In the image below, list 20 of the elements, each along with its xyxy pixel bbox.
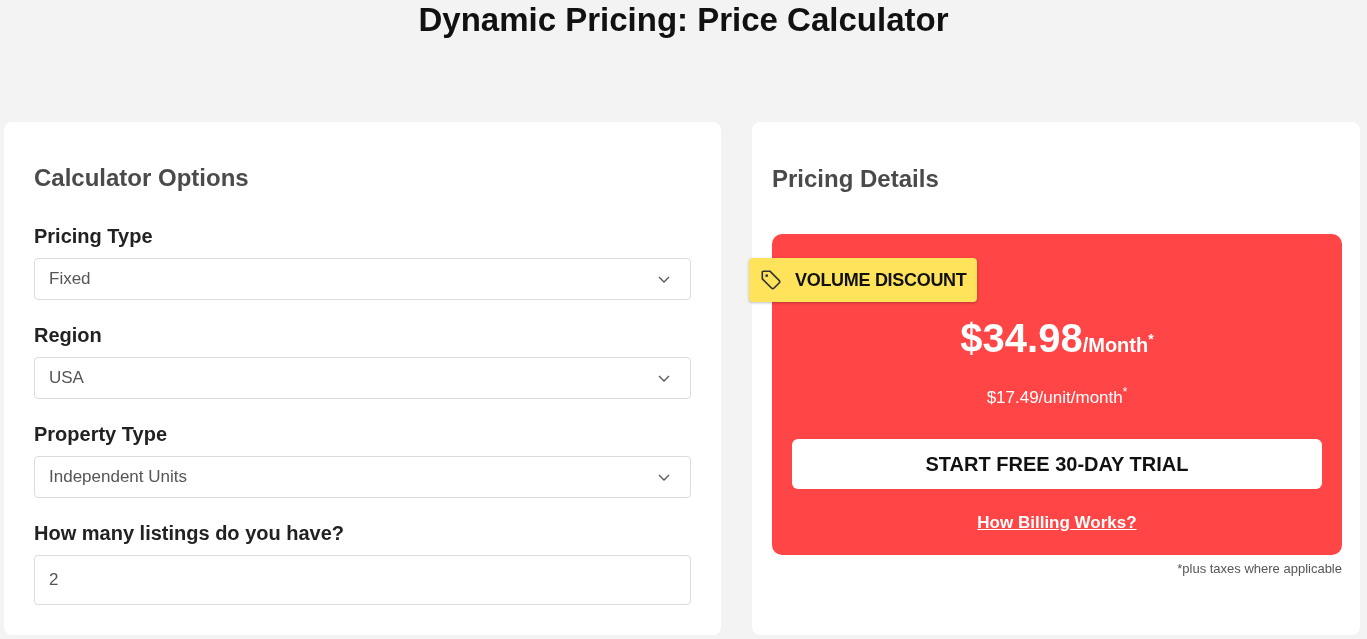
chevron-down-icon — [658, 275, 670, 283]
card-heading: Calculator Options — [34, 163, 250, 193]
unit-price: $17.49/unit/month$^{*}$ — [986, 386, 1128, 409]
dropdown-field[interactable]: Independent Units — [34, 456, 691, 498]
dropdown-field[interactable]: USA — [34, 357, 691, 399]
footnote: *plus taxes where applicable — [1176, 560, 1342, 578]
field-label: Region — [34, 323, 103, 348]
page-title: Dynamic Pricing: Price Calculator — [417, 0, 950, 40]
monthly-price: $34.98/Month$^{*}$ — [960, 315, 1154, 362]
dropdown-field[interactable]: Fixed — [34, 258, 691, 300]
field-label: How many listings do you have? — [34, 521, 346, 546]
start-trial-button[interactable]: START FREE 30-DAY TRIAL — [792, 439, 1322, 489]
field-label: Pricing Type — [34, 224, 154, 249]
badge-text: VOLUME DISCOUNT — [795, 269, 967, 291]
tag-icon — [760, 269, 782, 291]
card-heading: Pricing Details — [772, 164, 940, 194]
number-input-field[interactable]: 2 — [34, 555, 691, 605]
chevron-down-icon — [658, 473, 670, 481]
chevron-down-icon — [658, 374, 670, 382]
field-label: Property Type — [34, 422, 168, 447]
